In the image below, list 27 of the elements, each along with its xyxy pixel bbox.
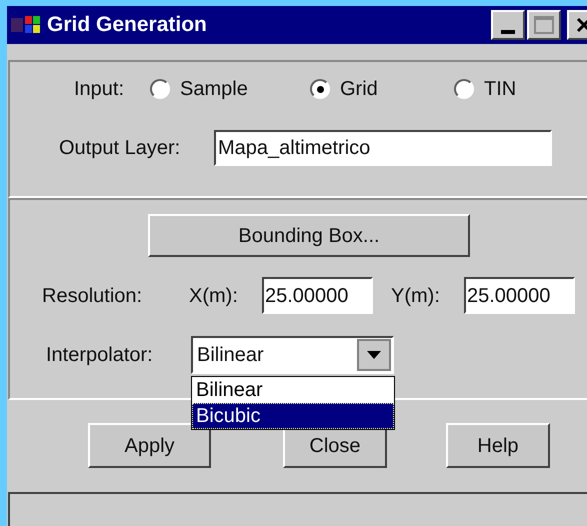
caret-down-icon [367,351,381,359]
resolution-label: Resolution: [42,284,144,308]
maximize-icon [534,16,554,34]
x-resolution-field[interactable]: 25.00000 [262,277,373,314]
dropdown-option[interactable]: Bicubic [192,403,394,429]
minimize-button[interactable] [491,10,525,40]
x-resolution-label: X(m): [189,284,239,308]
dialog-button[interactable]: Help [446,423,550,468]
maximize-button[interactable] [527,10,561,40]
dropdown-arrow-button[interactable] [357,339,391,371]
y-resolution-label: Y(m): [391,284,441,308]
radio-label[interactable]: Sample [180,74,248,104]
bounding-box-button[interactable]: Bounding Box... [148,214,470,257]
dialog-button[interactable]: Apply [88,423,211,468]
input-label: Input: [74,77,126,102]
radio-button[interactable] [310,79,330,99]
radio-label[interactable]: Grid [340,74,378,104]
radio-button[interactable] [150,79,170,99]
radio-label[interactable]: TIN [484,74,516,104]
app-logo-icon [11,14,41,36]
minimize-icon [501,30,515,34]
output-layer-field[interactable]: Mapa_altimetrico [214,130,552,166]
window-title: Grid Generation [47,12,207,38]
output-layer-label: Output Layer: [59,136,182,161]
y-resolution-field[interactable]: 25.00000 [464,277,575,314]
interpolator-label: Interpolator: [46,343,154,368]
radio-button[interactable] [454,79,474,99]
